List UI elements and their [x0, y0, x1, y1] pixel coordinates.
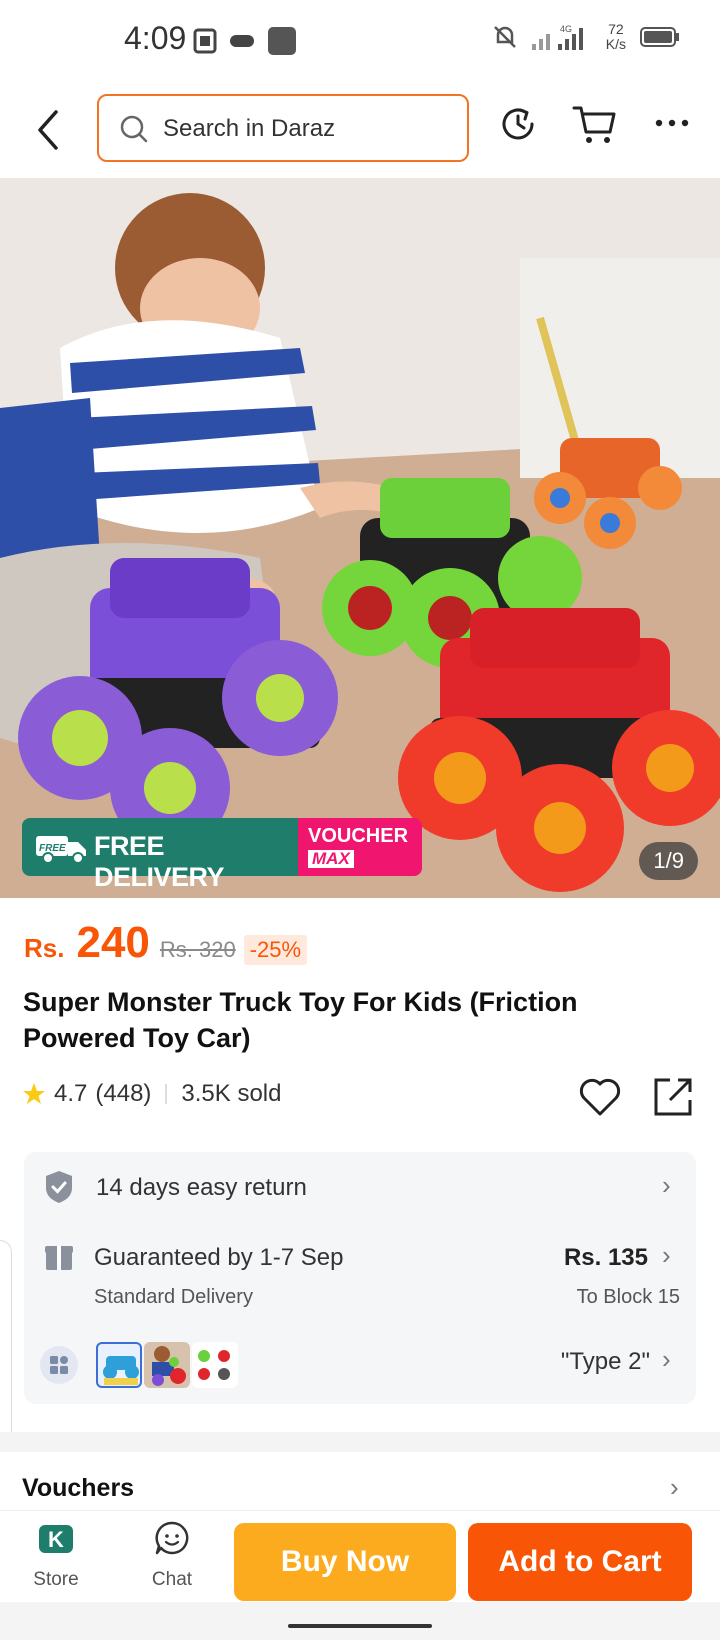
- delivery-type-text: Standard Delivery: [94, 1286, 253, 1308]
- buy-now-button[interactable]: Buy Now: [234, 1523, 456, 1601]
- rating-row[interactable]: 4.7 (448) 3.5K sold: [22, 1080, 281, 1108]
- original-price: Rs. 320: [159, 937, 236, 962]
- bottom-action-bar: K Store Chat Buy Now Add to Cart: [0, 1510, 720, 1602]
- app-square-icon: [268, 27, 296, 55]
- chat-icon: [155, 1521, 189, 1555]
- price-amount: 240: [76, 918, 150, 967]
- search-placeholder: Search in Daraz: [163, 115, 336, 142]
- variants-grid-icon: [40, 1346, 78, 1384]
- gamepad-icon: [230, 35, 254, 47]
- wishlist-heart-icon[interactable]: [578, 1076, 622, 1118]
- variant-thumb-1[interactable]: [96, 1342, 142, 1388]
- sold-count: 3.5K sold: [181, 1080, 282, 1107]
- back-icon[interactable]: [30, 106, 70, 154]
- product-image-carousel[interactable]: FREE FREE DELIVERY VOUCHER MAX 1/9: [0, 178, 720, 898]
- top-header: Search in Daraz: [0, 80, 720, 178]
- rating-value: 4.7: [54, 1080, 88, 1107]
- store-icon: K: [39, 1525, 73, 1553]
- variant-thumb-2[interactable]: [144, 1342, 190, 1388]
- shield-check-icon: [46, 1171, 72, 1203]
- delivery-location: To Block 15: [576, 1286, 680, 1308]
- net-speed-unit: K/s: [605, 36, 626, 52]
- signal-icon: 4G: [531, 24, 583, 50]
- system-nav-bar: [0, 1602, 720, 1640]
- discount-badge: -25%: [243, 935, 308, 965]
- delivery-truck-icon: FREE: [36, 836, 86, 864]
- variant-selected-text: "Type 2": [560, 1348, 650, 1375]
- variant-thumb-2-image: [152, 1346, 186, 1386]
- service-info-panel: 14 days easy return › Guaranteed by 1-7 …: [24, 1152, 696, 1404]
- vouchers-label: Vouchers: [22, 1474, 135, 1502]
- sim-card-icon: [193, 28, 217, 54]
- star-icon: [23, 1083, 45, 1104]
- net-speed: 72 K/s: [606, 22, 626, 52]
- review-count: (448): [95, 1080, 152, 1107]
- variant-thumb-3-image: [198, 1350, 230, 1380]
- vouchers-chevron-icon: ›: [670, 1472, 679, 1502]
- delivery-chevron-icon: ›: [662, 1240, 671, 1270]
- price-currency: Rs.: [24, 933, 65, 963]
- return-row[interactable]: 14 days easy return ›: [24, 1152, 696, 1220]
- delivery-row[interactable]: Guaranteed by 1-7 Sep Standard Delivery …: [24, 1232, 696, 1322]
- image-pager: 1/9: [639, 842, 698, 880]
- delivery-date-text: Guaranteed by 1-7 Sep: [94, 1244, 344, 1271]
- mute-icon: [493, 26, 516, 48]
- more-icon[interactable]: [654, 118, 690, 128]
- search-input[interactable]: Search in Daraz: [97, 94, 469, 162]
- status-notification-icons: [193, 26, 297, 56]
- variant-thumb-3[interactable]: [192, 1342, 238, 1388]
- voucher-max-badge: VOUCHER MAX: [298, 818, 422, 876]
- svg-text:K: K: [48, 1527, 64, 1552]
- delivery-price: Rs. 135: [563, 1244, 648, 1271]
- section-divider: [0, 1432, 720, 1452]
- free-delivery-text: FREE DELIVERY: [94, 831, 225, 892]
- voucher-line2: MAX: [308, 850, 354, 868]
- side-handle: [0, 1240, 12, 1450]
- chat-label: Chat: [151, 1569, 193, 1590]
- price-row: Rs. 240 Rs. 320 -25%: [24, 918, 308, 968]
- network-type: 4G: [560, 24, 572, 34]
- store-label: Store: [33, 1569, 79, 1590]
- gesture-handle[interactable]: [288, 1624, 432, 1628]
- product-photo: [0, 178, 720, 898]
- status-system-icons: 4G 72 K/s: [492, 22, 680, 52]
- chat-button[interactable]: Chat: [132, 1519, 212, 1591]
- status-bar: 4:09 4G 72 K/s: [0, 0, 720, 80]
- battery-icon: [640, 27, 679, 47]
- voucher-line1: VOUCHER: [308, 825, 409, 847]
- free-delivery-badge: FREE FREE DELIVERY: [22, 818, 298, 892]
- return-chevron-icon: ›: [662, 1170, 671, 1200]
- history-icon[interactable]: [498, 104, 538, 144]
- package-icon: [45, 1246, 73, 1270]
- return-text: 14 days easy return: [96, 1174, 307, 1201]
- add-to-cart-button[interactable]: Add to Cart: [468, 1523, 692, 1601]
- store-button[interactable]: K Store: [16, 1519, 96, 1591]
- variant-chevron-icon: ›: [662, 1344, 671, 1374]
- product-title: Super Monster Truck Toy For Kids (Fricti…: [23, 987, 578, 1053]
- share-icon[interactable]: [652, 1076, 694, 1118]
- search-icon: [120, 115, 148, 143]
- rating-divider: [165, 1084, 168, 1104]
- free-tag-text: FREE: [39, 843, 66, 854]
- variant-thumb-1-image: [103, 1356, 139, 1385]
- status-time: 4:09: [124, 20, 187, 56]
- cart-icon[interactable]: [572, 104, 616, 146]
- net-speed-value: 72: [608, 21, 624, 37]
